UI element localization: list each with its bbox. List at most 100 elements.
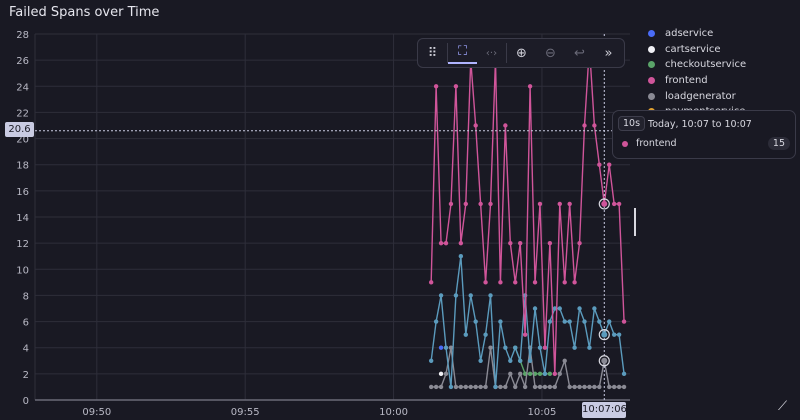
data-point <box>517 371 523 377</box>
tooltip-interval: 10s <box>618 116 646 131</box>
data-point <box>537 201 543 207</box>
pan-icon[interactable]: ‹·› <box>477 48 506 59</box>
y-tick-label: 4 <box>23 344 29 355</box>
hover-marker-dot <box>601 331 608 338</box>
tooltip-series-dot <box>622 141 628 147</box>
data-point <box>488 201 493 207</box>
data-point <box>616 201 622 207</box>
data-point <box>473 319 478 324</box>
data-point <box>453 384 459 390</box>
data-point <box>616 384 622 390</box>
data-point <box>621 319 627 324</box>
y-tick-label: 22 <box>16 108 29 119</box>
data-point <box>473 123 478 128</box>
legend-label: frontend <box>665 75 708 87</box>
y-tick-label: 26 <box>16 56 29 67</box>
data-point <box>463 201 468 207</box>
drag-handle-icon[interactable]: ⠿ <box>418 46 447 61</box>
data-point <box>433 384 439 390</box>
resize-handle-icon[interactable]: ⟋ <box>778 399 787 414</box>
data-point <box>607 162 612 167</box>
data-point <box>537 384 543 390</box>
data-point <box>508 371 513 377</box>
data-point <box>572 280 577 285</box>
data-point <box>448 384 454 390</box>
y-tick-label: 2 <box>23 370 29 381</box>
data-point <box>443 371 449 377</box>
data-point <box>572 384 577 390</box>
data-point <box>537 345 543 350</box>
undo-icon[interactable]: ↩ <box>565 46 594 61</box>
data-point <box>503 384 508 390</box>
data-point <box>513 345 518 350</box>
y-tick-label: 28 <box>16 30 29 41</box>
legend-dot <box>648 61 655 69</box>
data-point <box>483 332 488 337</box>
data-point <box>513 384 518 390</box>
data-point <box>557 371 562 377</box>
tooltip: 10s Today, 10:07 to 10:07 frontend 15 <box>612 110 796 159</box>
legend-label: loadgenerator <box>665 90 736 102</box>
data-point <box>488 345 493 350</box>
legend-item[interactable]: adservice <box>648 26 746 42</box>
data-point <box>597 162 602 167</box>
zoom-in-icon[interactable]: ⊕ <box>507 46 536 61</box>
data-point <box>527 358 533 363</box>
data-point <box>577 384 582 390</box>
data-point <box>542 384 548 390</box>
legend-scrollbar[interactable] <box>634 208 636 236</box>
series-line-loadgenerator <box>431 347 625 389</box>
legend-item[interactable]: checkoutservice <box>648 57 746 73</box>
data-point <box>488 293 493 298</box>
data-point <box>463 332 468 337</box>
x-tick-label: 10:00 <box>379 407 408 418</box>
data-point <box>597 384 602 390</box>
y-tick-label: 8 <box>23 291 29 302</box>
data-point <box>557 201 562 207</box>
data-point <box>562 319 567 324</box>
data-point <box>611 384 617 390</box>
data-point <box>611 332 617 337</box>
legend-item[interactable]: loadgenerator <box>648 88 746 104</box>
data-point <box>453 293 459 298</box>
crosshair-x-label: 10:07:06 <box>582 402 627 418</box>
data-point <box>527 371 533 377</box>
y-tick-label: 16 <box>16 187 29 198</box>
data-point <box>577 240 582 246</box>
y-tick-label: 10 <box>16 265 29 276</box>
data-point <box>592 306 597 311</box>
data-point <box>453 84 459 89</box>
legend-label: checkoutservice <box>665 59 747 71</box>
data-point <box>478 384 483 390</box>
data-point <box>428 384 434 390</box>
data-point <box>592 384 597 390</box>
zoom-out-icon[interactable]: ⊖ <box>536 46 565 61</box>
select-zoom-icon[interactable]: ⛶ <box>448 42 477 64</box>
chart-toolbar: ⠿ ⛶ ‹·› ⊕ ⊖ ↩ » <box>417 38 625 68</box>
data-point <box>616 332 622 337</box>
data-point <box>567 201 572 207</box>
x-tick-label: 09:50 <box>82 407 111 418</box>
y-tick-label: 14 <box>16 213 29 224</box>
data-point <box>552 384 558 390</box>
legend-item[interactable]: cartservice <box>648 42 746 58</box>
data-point <box>562 358 567 363</box>
data-point <box>483 384 488 390</box>
data-point <box>607 384 612 390</box>
legend-item[interactable]: frontend <box>648 73 746 89</box>
more-icon[interactable]: » <box>594 46 623 61</box>
data-point <box>537 371 543 377</box>
data-point <box>438 371 444 377</box>
legend-dot <box>648 30 655 38</box>
data-point <box>443 345 449 350</box>
data-point <box>433 84 439 89</box>
legend-dot <box>648 92 655 100</box>
data-point <box>582 319 587 324</box>
data-point <box>607 319 612 324</box>
data-point <box>542 345 548 350</box>
data-point <box>532 384 538 390</box>
legend-label: cartservice <box>665 43 721 55</box>
data-point <box>547 384 553 390</box>
data-point <box>458 254 464 259</box>
y-tick-label: 18 <box>16 161 29 172</box>
